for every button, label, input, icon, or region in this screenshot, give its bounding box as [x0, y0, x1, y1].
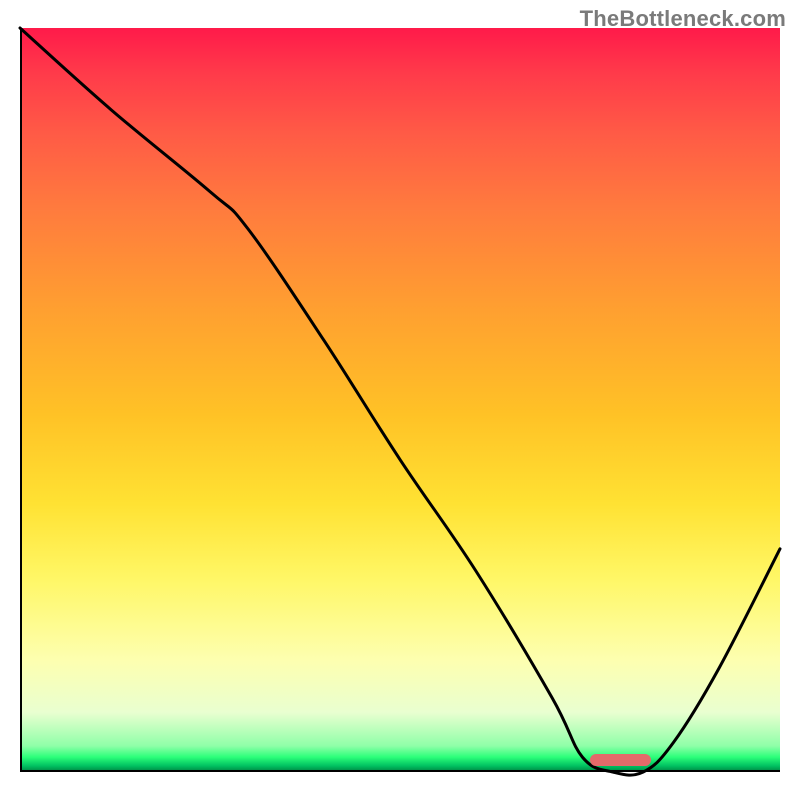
watermark-text: TheBottleneck.com — [580, 6, 786, 32]
bottleneck-curve-path — [20, 28, 780, 775]
optimal-marker — [590, 754, 651, 766]
curve-layer — [20, 28, 780, 772]
bottleneck-chart: TheBottleneck.com — [0, 0, 800, 800]
plot-area — [20, 28, 780, 772]
